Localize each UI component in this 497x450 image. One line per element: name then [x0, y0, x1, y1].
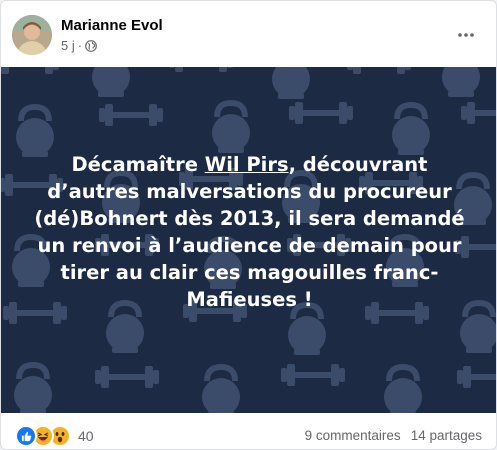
engagement-stats: 9 commentaires 14 partages — [305, 428, 482, 443]
globe-icon — [85, 39, 97, 52]
shares-count-link[interactable]: 14 partages — [411, 428, 482, 443]
reaction-count: 40 — [78, 428, 94, 444]
post-text: Décamaître Wil Pirs, découvrant d’autres… — [27, 151, 472, 313]
post-text-intro: Décamaître — [71, 153, 205, 176]
author-name[interactable]: Marianne Evol — [61, 17, 163, 34]
post-card: Marianne Evol 5 j · Décamaître Wil Pirs,… — [0, 0, 497, 450]
tagged-person-link[interactable]: Wil Pirs — [205, 153, 289, 176]
comments-count-link[interactable]: 9 commentaires — [305, 428, 401, 443]
post-meta: 5 j · — [61, 38, 97, 53]
avatar[interactable] — [12, 15, 52, 55]
like-icon — [15, 425, 37, 447]
post-footer: 40 9 commentaires 14 partages — [1, 413, 496, 449]
post-text-body: , découvrant d’autres malversations du p… — [34, 153, 465, 311]
more-options-icon[interactable] — [454, 23, 478, 47]
reactions-summary[interactable]: 40 — [15, 425, 94, 447]
post-header: Marianne Evol 5 j · — [1, 1, 496, 67]
meta-separator: · — [77, 38, 83, 53]
post-media[interactable]: Décamaître Wil Pirs, découvrant d’autres… — [1, 67, 496, 413]
post-time[interactable]: 5 j — [61, 38, 75, 53]
